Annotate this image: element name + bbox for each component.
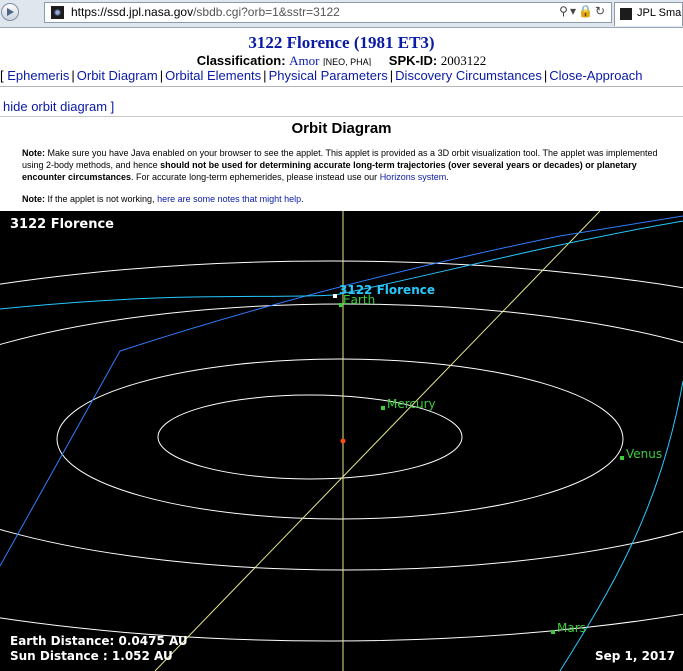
venus-orbit [56, 358, 624, 520]
nav-orbital-elements[interactable]: Orbital Elements [165, 68, 261, 83]
sun-distance: Sun Distance : 1.052 AU [10, 649, 173, 663]
refresh-icon[interactable]: ↻ [595, 4, 607, 18]
java-note: Note: Make sure you have Java enabled on… [22, 148, 658, 182]
nav-orbit-diagram[interactable]: Orbit Diagram [77, 68, 158, 83]
mars-orbit [0, 260, 683, 642]
florence-marker [333, 294, 337, 298]
sun-marker [340, 438, 346, 444]
applet-object-title: 3122 Florence [10, 217, 114, 232]
forward-button[interactable] [0, 0, 22, 25]
browser-toolbar: https://ssd.jpl.nasa.gov/sbdb.cgi?orb=1&… [0, 0, 683, 28]
venus-label: Venus [626, 447, 663, 461]
url-path: /sbdb.cgi?orb=1&sstr=3122 [193, 5, 340, 19]
orbit-applet[interactable]: 3122 Florence 3122 Florence Earth Mercur… [0, 211, 683, 671]
florence-orbit-front [0, 215, 683, 567]
tab-label: JPL Sma [637, 7, 682, 19]
nav-close-approach[interactable]: Close-Approach [549, 68, 642, 83]
page-title: 3122 Florence (1981 ET3) [248, 33, 435, 52]
url-host: https://ssd.jpl.nasa.gov [71, 5, 194, 19]
nav-physical-parameters[interactable]: Physical Parameters [269, 68, 388, 83]
mars-label: Mars [557, 621, 586, 635]
applet-help-note: Note: If the applet is not working, here… [22, 194, 304, 204]
mercury-label: Mercury [387, 397, 436, 411]
mercury-marker [381, 406, 385, 410]
mars-marker [551, 630, 555, 634]
site-favicon-icon [51, 6, 64, 19]
orbit-canvas [0, 211, 683, 671]
earth-distance: Earth Distance: 0.0475 AU [10, 634, 188, 648]
earth-label: Earth [343, 293, 376, 307]
dropdown-icon[interactable]: ▾ [570, 4, 578, 18]
section-nav: [ Ephemeris | Orbit Diagram | Orbital Elem… [0, 66, 683, 87]
orbit-diagram-heading: Orbit Diagram [291, 120, 392, 137]
earth-orbit [0, 303, 683, 571]
diagonal-axis [154, 211, 601, 671]
lock-icon: 🔒 [577, 4, 595, 18]
nav-discovery-circumstances[interactable]: Discovery Circumstances [395, 68, 542, 83]
forward-arrow-icon [1, 3, 19, 21]
search-icon[interactable]: ⚲ [559, 4, 570, 18]
applet-notes-link[interactable]: here are some notes that might help [157, 194, 301, 204]
hide-orbit-diagram-link[interactable]: hide orbit diagram [3, 99, 107, 114]
tab-favicon-icon [620, 8, 632, 20]
browser-tab[interactable]: JPL Sma [614, 2, 683, 26]
venus-marker [620, 456, 624, 460]
applet-date: Sep 1, 2017 [594, 649, 675, 663]
address-bar[interactable]: https://ssd.jpl.nasa.gov/sbdb.cgi?orb=1&… [44, 2, 612, 23]
nav-ephemeris[interactable]: Ephemeris [7, 68, 69, 83]
horizons-link[interactable]: Horizons system [380, 172, 447, 182]
divider [0, 116, 683, 117]
